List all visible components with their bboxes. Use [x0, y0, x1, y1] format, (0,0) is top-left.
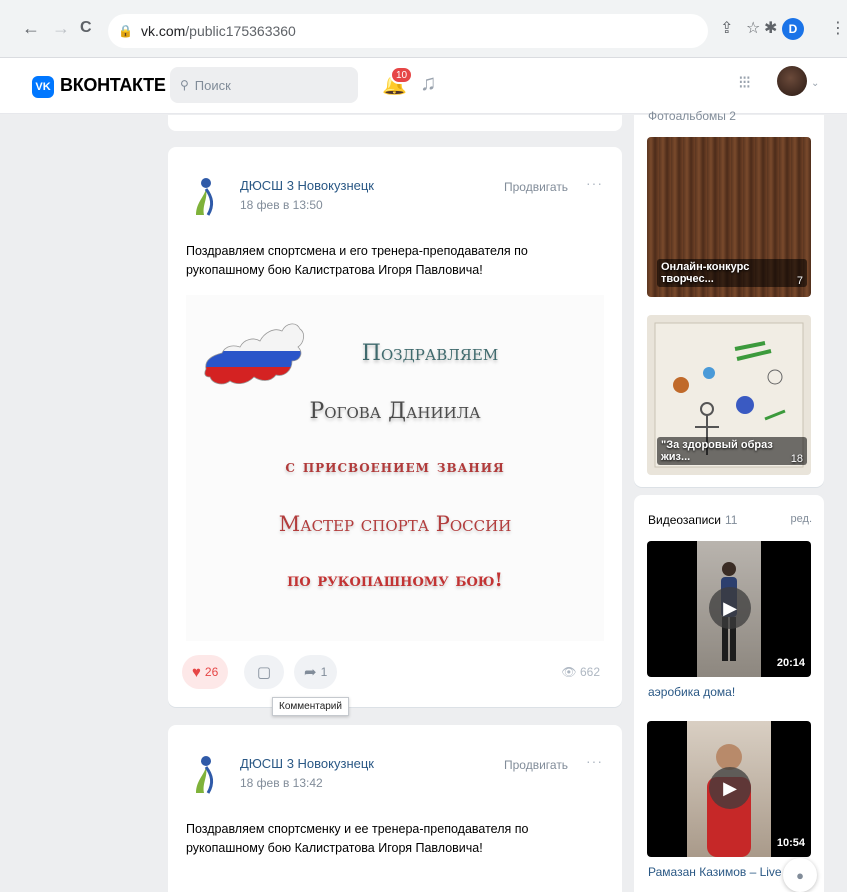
- reload-icon[interactable]: C: [80, 18, 92, 38]
- scroll-up-button[interactable]: ●: [783, 858, 817, 892]
- post-date[interactable]: 18 фев в 13:50: [240, 198, 323, 212]
- videos-block: Видеозаписи 11 ред. ▶ 20:14 аэробика дома…: [634, 495, 824, 892]
- post-author[interactable]: ДЮСШ 3 Новокузнецк: [240, 178, 374, 193]
- album-thumbnail[interactable]: "За здоровый образ жиз... 18: [647, 315, 811, 475]
- music-icon[interactable]: ♫: [420, 70, 437, 96]
- chevron-down-icon[interactable]: ⌄: [811, 78, 819, 89]
- post-text: Поздравляем спортсмена и его тренера-пре…: [186, 244, 528, 277]
- browser-toolbar: ← → C 🔒 vk.com/public175363360 ⇪ ☆ ✱ D ⋮: [0, 0, 847, 58]
- album-count: 7: [796, 275, 803, 287]
- videos-header-label: Видеозаписи: [648, 513, 722, 527]
- album-thumbnail[interactable]: Онлайн-конкурс творчес... 7: [647, 137, 811, 297]
- browser-profile-button[interactable]: D: [782, 18, 804, 40]
- play-icon[interactable]: ▶: [709, 587, 751, 629]
- image-line-title: Мастер спорта России: [278, 512, 512, 536]
- wall-post: ДЮСШ 3 Новокузнецк 18 фев в 13:50 Продви…: [168, 147, 622, 707]
- bookmark-star-icon[interactable]: ☆: [746, 18, 760, 38]
- video-duration: 20:14: [776, 657, 805, 669]
- image-line-sport: по рукопашному бою!: [287, 569, 503, 591]
- address-bar[interactable]: 🔒 vk.com/public175363360: [108, 14, 708, 48]
- extensions-icon[interactable]: ✱: [764, 18, 777, 38]
- share-button[interactable]: ➦ 1: [294, 655, 338, 689]
- post-date[interactable]: 18 фев в 13:42: [240, 776, 323, 790]
- promote-button[interactable]: Продвигать: [504, 180, 568, 194]
- video-title[interactable]: аэробика дома!: [648, 685, 735, 699]
- search-placeholder: Поиск: [194, 77, 231, 93]
- search-icon: ⚲: [180, 78, 189, 92]
- share-arrow-icon: ➦: [304, 664, 317, 681]
- like-count: 26: [204, 665, 219, 679]
- album-count: 18: [790, 453, 803, 465]
- notifications-badge: 10: [390, 66, 414, 84]
- videos-edit-link[interactable]: ред.: [791, 513, 812, 525]
- brand-name[interactable]: ВКОНТАКТЕ: [60, 75, 166, 96]
- site-header: VK ВКОНТАКТЕ ⚲ Поиск 🔔 10 ♫ ⁝⁝⁝ ⌄: [0, 58, 847, 114]
- videos-header[interactable]: Видеозаписи 11: [648, 513, 737, 527]
- org-logo[interactable]: [190, 753, 220, 795]
- comment-tooltip: Комментарий: [272, 697, 349, 716]
- videos-count: 11: [725, 513, 738, 527]
- back-icon[interactable]: ←: [22, 18, 40, 38]
- photo-albums-block: Фотоальбомы 2 Онлайн-конкурс творчес... …: [634, 109, 824, 487]
- album-title: "За здоровый образ жиз...: [657, 437, 807, 465]
- video-thumbnail[interactable]: ▶ 20:14: [647, 541, 811, 677]
- promote-button[interactable]: Продвигать: [504, 758, 568, 772]
- wall-post: ДЮСШ 3 Новокузнецк 18 фев в 13:42 Продви…: [168, 725, 622, 892]
- eye-icon: 👁: [561, 665, 577, 679]
- avatar[interactable]: [777, 66, 807, 96]
- video-thumbnail[interactable]: ▶ 10:54: [647, 721, 811, 857]
- search-input[interactable]: ⚲ Поиск: [170, 67, 358, 103]
- lock-icon: 🔒: [118, 24, 133, 38]
- image-line-name: Рогова Даниила: [309, 399, 481, 424]
- share-count: 1: [320, 665, 328, 679]
- browser-menu-icon[interactable]: ⋮: [830, 18, 846, 38]
- forward-icon[interactable]: →: [52, 18, 70, 38]
- play-icon[interactable]: ▶: [709, 767, 751, 809]
- more-options-icon[interactable]: ···: [586, 175, 603, 191]
- albums-header[interactable]: Фотоальбомы 2: [648, 109, 736, 123]
- video-title[interactable]: Рамазан Казимов – Live: [648, 865, 782, 879]
- url-path: /public175363360: [185, 23, 296, 39]
- views-count: 662: [579, 665, 600, 679]
- apps-grid-icon[interactable]: ⁝⁝⁝: [738, 72, 751, 93]
- vk-logo[interactable]: VK: [32, 76, 54, 98]
- post-text: Поздравляем спортсменку и ее тренера-пре…: [186, 822, 529, 855]
- previous-post-bottom: [168, 115, 622, 131]
- url-host: vk.com: [140, 23, 186, 39]
- more-options-icon[interactable]: ···: [586, 753, 603, 769]
- video-duration: 10:54: [776, 837, 805, 849]
- image-line-congrats: Поздравляем: [361, 341, 499, 366]
- like-button[interactable]: ♥ 26: [182, 655, 229, 689]
- post-actions: ♥ 26 ▢ ➦ 1 👁 662: [182, 655, 608, 689]
- views-counter: 👁 662: [561, 665, 600, 679]
- image-line-award: с присвоением звания: [285, 457, 505, 477]
- post-author[interactable]: ДЮСШ 3 Новокузнецк: [240, 756, 374, 771]
- comment-icon: ▢: [256, 664, 272, 681]
- org-logo[interactable]: [190, 175, 220, 217]
- album-title: Онлайн-конкурс творчес...: [657, 259, 807, 287]
- share-icon[interactable]: ⇪: [720, 18, 733, 38]
- heart-icon: ♥: [192, 663, 201, 681]
- post-image[interactable]: Поздравляем Рогова Даниила с присвоением…: [186, 295, 604, 641]
- comment-button[interactable]: ▢: [244, 655, 284, 689]
